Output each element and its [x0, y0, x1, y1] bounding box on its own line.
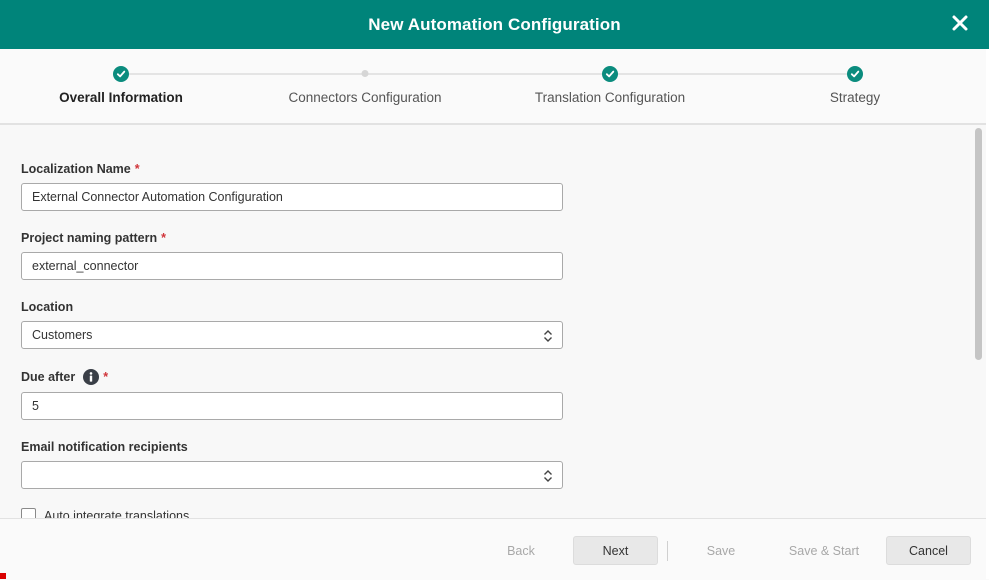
label-text: Location [21, 300, 74, 314]
info-icon[interactable] [83, 369, 100, 385]
step-pending-dot-icon [361, 70, 369, 77]
step-translation-configuration[interactable]: Translation Configuration [490, 49, 730, 123]
next-button[interactable]: Next [573, 536, 658, 565]
dialog-title: New Automation Configuration [368, 14, 621, 34]
step-label: Strategy [829, 90, 881, 105]
sort-arrows-icon [544, 330, 552, 342]
label-text: Due after [21, 370, 76, 384]
project-naming-pattern-label: Project naming pattern * [21, 231, 166, 245]
auto-integrate-label[interactable]: Auto integrate translations [44, 509, 189, 519]
due-after-label: Due after * [21, 369, 108, 385]
due-after-input[interactable]: 5 [21, 392, 563, 420]
required-marker: * [134, 162, 140, 176]
auto-integrate-checkbox[interactable] [21, 508, 36, 518]
step-overall-information[interactable]: Overall Information [1, 49, 241, 123]
required-marker: * [103, 370, 109, 384]
step-connectors-configuration[interactable]: Connectors Configuration [245, 49, 485, 123]
project-naming-pattern-input[interactable]: external_connector [21, 252, 563, 280]
step-complete-check-icon [602, 66, 618, 82]
scrollbar[interactable] [973, 126, 982, 518]
required-marker: * [161, 231, 167, 245]
step-strategy[interactable]: Strategy [735, 49, 975, 123]
select-value: Customers [32, 328, 93, 342]
step-label: Overall Information [59, 90, 183, 105]
sort-arrows-icon [544, 470, 552, 482]
input-value: External Connector Automation Configurat… [32, 190, 283, 204]
email-recipients-label: Email notification recipients [21, 440, 188, 454]
corner-marker [0, 573, 6, 579]
step-complete-check-icon [847, 66, 863, 82]
step-label: Translation Configuration [534, 90, 686, 105]
step-complete-check-icon [113, 66, 129, 82]
form-content: Localization Name * External Connector A… [0, 125, 970, 518]
localization-name-label: Localization Name * [21, 162, 140, 176]
footer-divider [667, 541, 668, 561]
location-select[interactable]: Customers [21, 321, 563, 349]
label-text: Email notification recipients [21, 440, 188, 454]
back-button[interactable]: Back [490, 536, 552, 565]
localization-name-input[interactable]: External Connector Automation Configurat… [21, 183, 563, 211]
wizard-stepper: Overall Information Connectors Configura… [0, 49, 989, 125]
email-recipients-select[interactable] [21, 461, 563, 489]
scrollbar-thumb[interactable] [975, 128, 982, 360]
label-text: Project naming pattern [21, 231, 158, 245]
auto-integrate-row: Auto integrate translations [21, 508, 189, 518]
close-button[interactable] [949, 12, 971, 34]
save-button[interactable]: Save [690, 536, 752, 565]
save-and-start-button[interactable]: Save & Start [778, 536, 870, 565]
step-label: Connectors Configuration [288, 90, 442, 105]
dialog-footer: Back Next Save Save & Start Cancel [0, 518, 989, 580]
close-icon [952, 15, 968, 31]
cancel-button[interactable]: Cancel [886, 536, 971, 565]
input-value: 5 [32, 399, 39, 413]
label-text: Localization Name [21, 162, 131, 176]
dialog-header: New Automation Configuration [0, 0, 989, 49]
input-value: external_connector [32, 259, 139, 273]
location-label: Location [21, 300, 73, 314]
